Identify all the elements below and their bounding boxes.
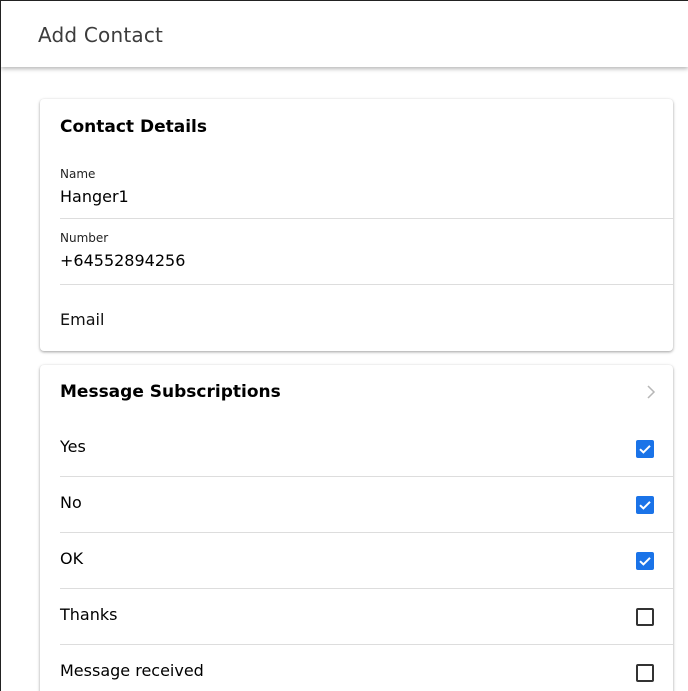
top-app-bar: Add Contact xyxy=(1,1,688,67)
number-value[interactable]: +64552894256 xyxy=(60,251,185,270)
checkmark-icon xyxy=(639,445,651,454)
checkmark-icon xyxy=(639,501,651,510)
subscription-label: No xyxy=(60,493,82,512)
subscription-row-message-received[interactable]: Message received xyxy=(60,645,673,691)
subscription-label: Message received xyxy=(60,661,204,680)
checkbox-ok[interactable] xyxy=(636,552,654,570)
subscription-row-ok[interactable]: OK xyxy=(60,533,673,589)
subscription-label: Yes xyxy=(60,437,86,456)
subscription-row-yes[interactable]: Yes xyxy=(60,421,673,477)
contact-details-header: Contact Details xyxy=(60,117,207,137)
chevron-right-icon[interactable] xyxy=(643,383,659,401)
checkbox-message-received[interactable] xyxy=(636,664,654,682)
name-value[interactable]: Hanger1 xyxy=(60,187,129,206)
message-subscriptions-header[interactable]: Message Subscriptions xyxy=(60,382,281,402)
app-window: Add Contact Contact Details Name Hanger1… xyxy=(0,0,688,691)
email-field[interactable]: Email xyxy=(60,285,673,351)
checkbox-no[interactable] xyxy=(636,496,654,514)
checkbox-yes[interactable] xyxy=(636,440,654,458)
contact-details-card: Contact Details Name Hanger1 Number +645… xyxy=(40,99,673,351)
page-content: Contact Details Name Hanger1 Number +645… xyxy=(1,67,688,691)
subscription-row-thanks[interactable]: Thanks xyxy=(60,589,673,645)
email-placeholder: Email xyxy=(60,310,105,329)
number-label: Number xyxy=(60,231,109,245)
page-title: Add Contact xyxy=(38,23,164,47)
checkmark-icon xyxy=(639,557,651,566)
subscription-label: Thanks xyxy=(60,605,118,624)
number-field[interactable]: Number +64552894256 xyxy=(60,219,673,285)
subscription-label: OK xyxy=(60,549,84,568)
checkbox-thanks[interactable] xyxy=(636,608,654,626)
message-subscriptions-card: Message Subscriptions Yes No OK Thanks M… xyxy=(40,365,673,691)
name-label: Name xyxy=(60,167,96,181)
subscription-row-no[interactable]: No xyxy=(60,477,673,533)
name-field[interactable]: Name Hanger1 xyxy=(60,163,673,219)
